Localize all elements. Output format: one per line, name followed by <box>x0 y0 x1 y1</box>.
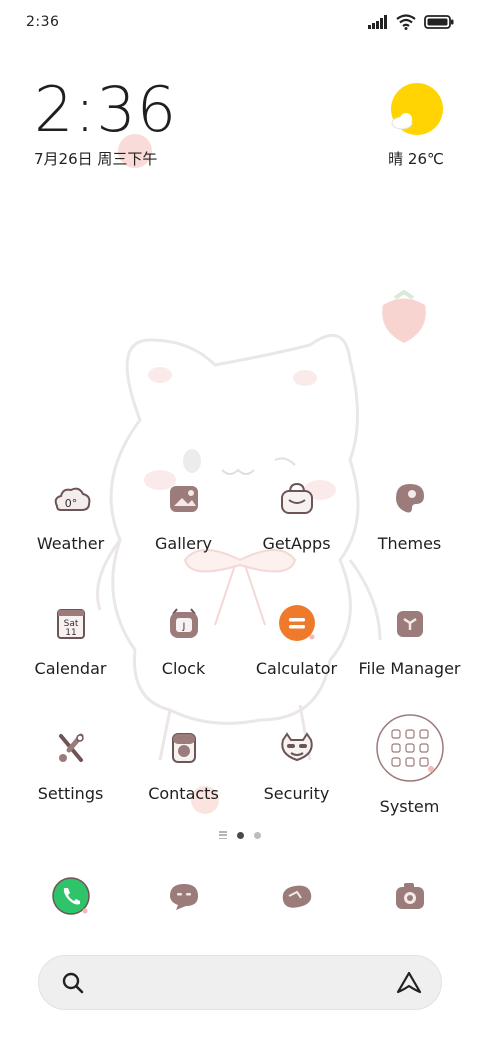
svg-text:11: 11 <box>65 628 76 638</box>
app-label: Calendar <box>34 659 107 678</box>
clock-icon: J <box>169 608 198 638</box>
app-contacts[interactable]: Contacts <box>127 720 240 845</box>
status-icons <box>368 14 454 30</box>
clock-time: 2:36 <box>34 73 178 146</box>
calendar-icon: Sat 11 <box>56 609 85 639</box>
app-label: Settings <box>37 784 104 803</box>
phone-icon <box>51 877 90 915</box>
app-row: 0° Weather Gallery GetApps Themes <box>14 470 466 595</box>
app-row: Settings Contacts Security System <box>14 714 466 845</box>
browser-icon <box>282 885 311 908</box>
dock-browser[interactable] <box>240 868 353 924</box>
battery-icon <box>424 15 454 29</box>
page-dot-active <box>237 831 244 839</box>
status-bar: 2:36 <box>0 0 480 44</box>
app-themes[interactable]: Themes <box>353 470 466 595</box>
app-calculator[interactable]: Calculator <box>240 595 353 720</box>
weather-icon: 0° <box>54 487 90 511</box>
svg-text:0°: 0° <box>64 497 77 510</box>
app-label: Clock <box>161 659 206 678</box>
page-indicator[interactable] <box>0 828 480 842</box>
app-gallery[interactable]: Gallery <box>127 470 240 595</box>
dock-phone[interactable] <box>14 868 127 924</box>
app-label: Gallery <box>155 534 212 553</box>
system-folder-icon <box>375 714 444 782</box>
camera-icon <box>395 883 424 909</box>
app-label: System <box>379 797 440 816</box>
sun-cloud-icon <box>391 83 443 135</box>
assistant-icon[interactable] <box>395 970 423 996</box>
app-label: GetApps <box>262 534 331 553</box>
app-weather[interactable]: 0° Weather <box>14 470 127 595</box>
app-label: Security <box>263 784 330 803</box>
weather-text: 晴 26℃ <box>388 150 444 168</box>
getapps-icon <box>280 482 313 514</box>
app-calendar[interactable]: Sat 11 Calendar <box>14 595 127 720</box>
app-settings[interactable]: Settings <box>14 720 127 845</box>
app-label: Contacts <box>148 784 219 803</box>
status-time: 2:36 <box>26 14 60 30</box>
weather-widget[interactable]: 晴 26℃ <box>384 82 448 169</box>
dock-messages[interactable] <box>127 868 240 924</box>
contacts-icon <box>171 733 196 763</box>
app-security[interactable]: Security <box>240 720 353 845</box>
app-system-folder[interactable]: System <box>353 714 466 845</box>
wifi-icon <box>396 14 416 30</box>
app-getapps[interactable]: GetApps <box>240 470 353 595</box>
app-label: File Manager <box>358 659 461 678</box>
app-drawer-lines-icon <box>219 831 227 839</box>
calculator-icon <box>278 605 315 641</box>
app-row: Sat 11 Calendar J Clock Calculator File … <box>14 595 466 720</box>
messages-icon <box>169 884 198 910</box>
dock-camera[interactable] <box>353 868 466 924</box>
file-manager-icon <box>396 611 423 637</box>
app-label: Weather <box>36 534 105 553</box>
app-label: Themes <box>377 534 442 553</box>
app-grid: 0° Weather Gallery GetApps Themes Sat 11… <box>14 470 466 845</box>
app-clock[interactable]: J Clock <box>127 595 240 720</box>
clock-widget[interactable]: 2:36 7月26日 周三下午 <box>34 78 177 169</box>
page-dot <box>254 831 261 839</box>
dock <box>14 868 466 924</box>
svg-text:J: J <box>181 622 185 632</box>
clock-date: 7月26日 周三下午 <box>34 150 158 168</box>
search-bar[interactable] <box>38 955 442 1010</box>
security-icon <box>280 732 313 762</box>
gallery-icon <box>169 486 198 512</box>
search-icon[interactable] <box>61 971 85 995</box>
themes-icon <box>395 484 424 513</box>
app-label: Calculator <box>255 659 338 678</box>
app-file-manager[interactable]: File Manager <box>353 595 466 720</box>
settings-icon <box>58 733 84 762</box>
signal-icon <box>368 15 387 29</box>
